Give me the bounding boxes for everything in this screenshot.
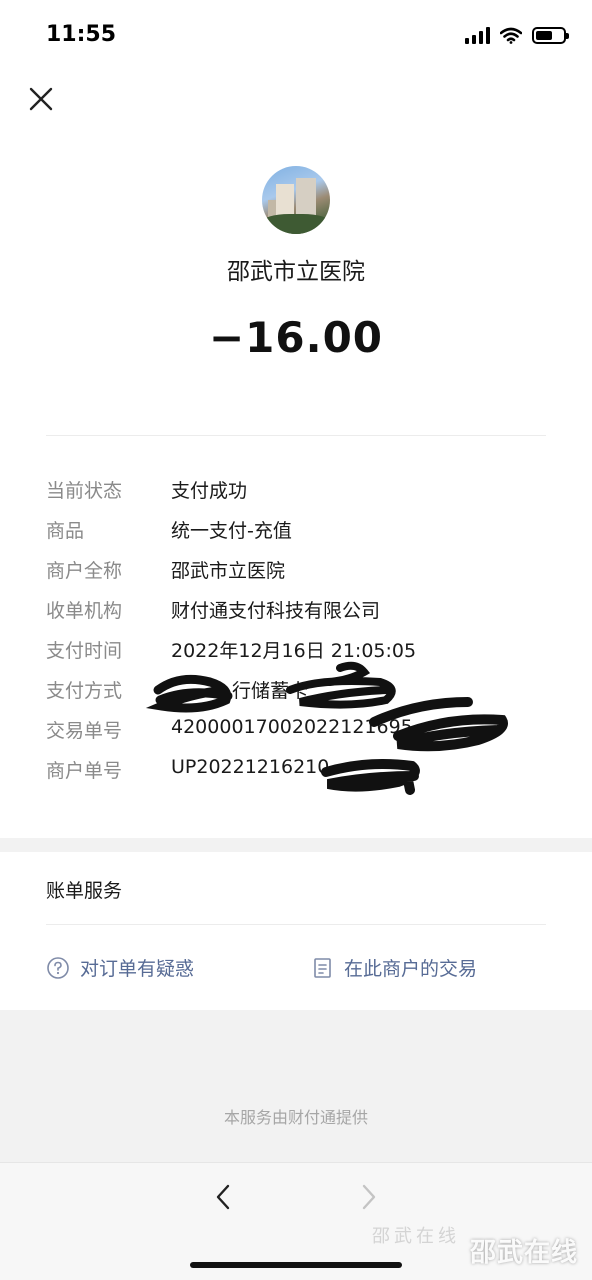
question-circle-icon — [47, 956, 69, 979]
document-list-icon — [314, 957, 331, 978]
detail-label: 支付时间 — [46, 640, 123, 662]
watermark: 邵武在线 — [469, 1238, 578, 1268]
footer-area — [0, 1010, 592, 1162]
order-question-label: 对订单有疑惑 — [80, 958, 195, 980]
status-icons — [465, 26, 569, 44]
close-icon[interactable] — [26, 84, 56, 114]
home-indicator[interactable] — [190, 1262, 402, 1268]
watermark-faint: 邵武在线 — [372, 1226, 460, 1247]
bill-services-title: 账单服务 — [46, 880, 123, 902]
chevron-right-icon — [362, 1184, 376, 1210]
detail-value: 邵武市立医院 — [171, 560, 286, 582]
detail-row-status: 当前状态 支付成功 — [0, 468, 592, 508]
detail-row-merchant: 商户全称 邵武市立医院 — [0, 548, 592, 588]
detail-row-product: 商品 统一支付-充值 — [0, 508, 592, 548]
chevron-left-icon[interactable] — [208, 1180, 238, 1214]
merchant-transactions-link[interactable]: 在此商户的交易 — [312, 954, 477, 981]
detail-row-acquirer: 收单机构 财付通支付科技有限公司 — [0, 588, 592, 628]
detail-value[interactable]: UP20221216210 — [171, 756, 329, 778]
status-time: 11:55 — [46, 22, 117, 47]
merchant-name: 邵武市立医院 — [227, 259, 365, 285]
detail-label: 商户全称 — [46, 560, 123, 582]
header-divider — [46, 435, 546, 436]
order-question-link[interactable]: 对订单有疑惑 — [46, 954, 194, 981]
detail-label: 收单机构 — [46, 600, 123, 622]
wifi-icon — [500, 27, 522, 44]
signal-icon — [465, 26, 490, 44]
battery-icon — [532, 26, 569, 44]
detail-label: 交易单号 — [46, 720, 123, 742]
payment-detail-page: 11:55 邵武市立医院 −16.00 当前状态 支付成功 商品 统一支付-充值… — [0, 0, 592, 1280]
redaction-scribble — [369, 697, 508, 752]
detail-label: 当前状态 — [46, 480, 123, 502]
section-separator — [0, 838, 592, 852]
bill-divider — [46, 924, 546, 925]
detail-value: 统一支付-充值 — [171, 520, 292, 542]
payment-amount: −16.00 — [208, 313, 384, 362]
detail-value: 2022年12月16日 21:05:05 — [171, 640, 417, 662]
detail-label: 支付方式 — [46, 680, 123, 702]
detail-value: 支付成功 — [171, 480, 248, 502]
detail-label: 商品 — [46, 520, 85, 542]
status-bar: 11:55 — [0, 0, 592, 70]
detail-label: 商户单号 — [46, 760, 123, 782]
redaction-scribble — [321, 759, 420, 795]
provider-note: 本服务由财付通提供 — [223, 1108, 368, 1127]
merchant-transactions-label: 在此商户的交易 — [344, 958, 478, 980]
detail-value: 财付通支付科技有限公司 — [171, 600, 381, 622]
merchant-avatar — [262, 166, 330, 234]
